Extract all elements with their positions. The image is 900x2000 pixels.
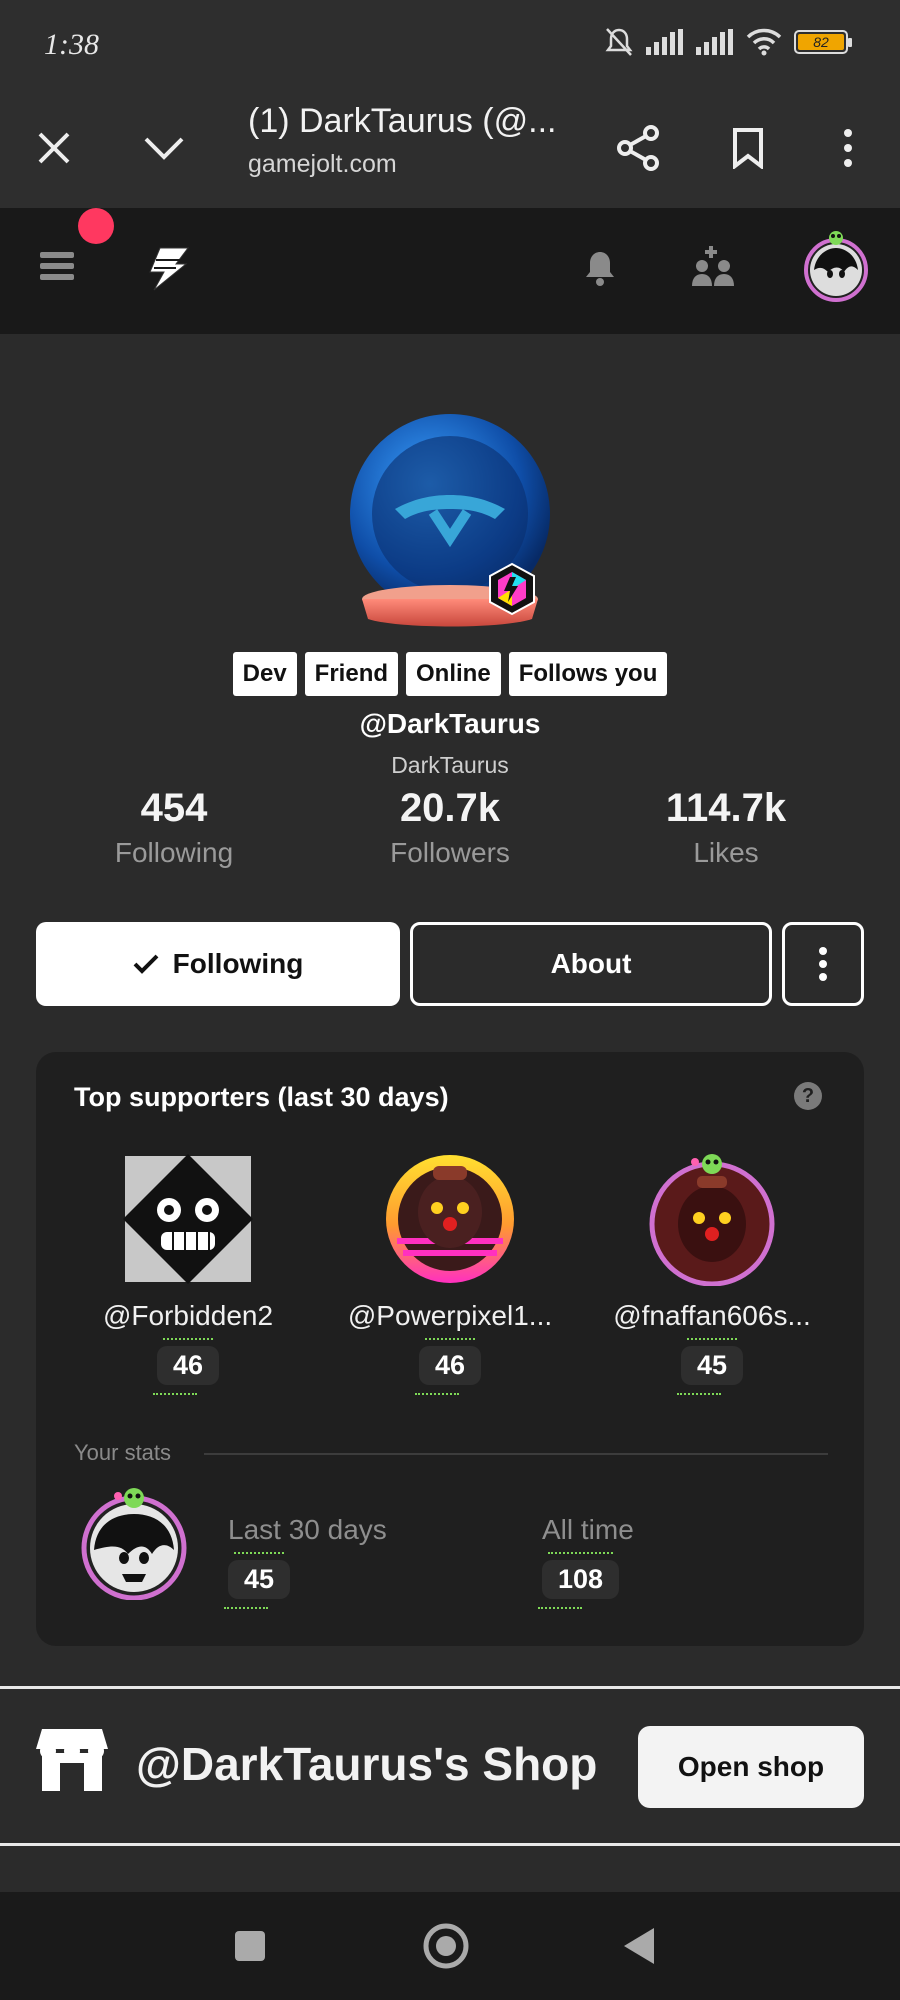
help-icon[interactable]: ? [794, 1082, 822, 1110]
status-time: 1:38 [44, 28, 99, 61]
last-30-days-value: 45 [244, 1564, 275, 1594]
supporter-count-value: 46 [434, 1350, 466, 1380]
supporter-item[interactable]: @Forbidden2 46 [68, 1152, 308, 1395]
profile-display-name: DarkTaurus [391, 752, 509, 778]
browser-toolbar: (1) DarkTaurus (@... gamejolt.com [0, 90, 900, 208]
signal-icon [646, 29, 683, 55]
supporter-name: @Powerpixel1... [347, 1300, 553, 1331]
supporter-avatar [645, 1152, 779, 1287]
supporter-name: @Forbidden2 [102, 1300, 274, 1331]
your-stats-label: Your stats [74, 1440, 172, 1465]
gamejolt-bolt-icon[interactable] [146, 246, 190, 292]
home-icon[interactable] [422, 1922, 470, 1975]
page-title: (1) DarkTaurus (@... [248, 102, 557, 140]
stat-badge: 108 [538, 1552, 620, 1609]
wifi-icon [746, 28, 782, 56]
open-shop-button[interactable]: Open shop [638, 1726, 864, 1808]
back-icon[interactable] [622, 1926, 656, 1971]
top-supporters-card: Top supporters (last 30 days) ? @Forbidd… [36, 1052, 864, 1646]
stat-followers[interactable]: 20.7k Followers [330, 786, 570, 869]
store-icon [36, 1727, 108, 1798]
page-url[interactable]: gamejolt.com [248, 150, 397, 179]
stat-label: Likes [693, 837, 759, 868]
stat-badge: 45 [224, 1552, 291, 1609]
about-button[interactable]: About [410, 922, 772, 1006]
supporter-item[interactable]: @fnaffan606s... 45 [592, 1152, 832, 1395]
tag-follows-you: Follows you [508, 652, 668, 696]
hamburger-icon[interactable] [36, 246, 78, 286]
checkmark-icon [133, 954, 159, 974]
chevron-down-icon[interactable] [134, 118, 194, 178]
following-button-label: Following [172, 948, 304, 979]
profile-more-button[interactable] [782, 922, 864, 1006]
stat-following[interactable]: 454 Following [54, 786, 294, 869]
user-avatar[interactable] [802, 230, 870, 302]
my-avatar [78, 1488, 190, 1601]
supporter-item[interactable]: @Powerpixel1... 46 [330, 1152, 570, 1395]
close-icon[interactable] [24, 118, 84, 178]
stat-value: 114.7k [665, 786, 787, 830]
tag-friend: Friend [304, 652, 399, 696]
share-icon[interactable] [608, 118, 668, 178]
shop-title: @DarkTaurus's Shop [136, 1738, 598, 1790]
profile-handle: @DarkTaurus [359, 708, 541, 739]
recents-icon[interactable] [234, 1930, 266, 1967]
battery-level: 82 [798, 34, 844, 50]
stat-likes[interactable]: 114.7k Likes [606, 786, 846, 869]
supporter-count: 45 [676, 1338, 744, 1395]
card-title: Top supporters (last 30 days) [74, 1082, 449, 1112]
more-vertical-icon[interactable] [818, 118, 878, 178]
profile-avatar [345, 414, 555, 634]
supporter-count: 46 [414, 1338, 482, 1395]
site-navbar [0, 208, 900, 334]
notification-dot [78, 208, 114, 244]
shop-section: @DarkTaurus's Shop Open shop [0, 1686, 900, 1846]
mute-icon [605, 28, 633, 56]
all-time-value: 108 [558, 1564, 604, 1594]
bell-icon[interactable] [582, 248, 618, 288]
divider [204, 1453, 828, 1455]
supporter-count-value: 45 [696, 1350, 728, 1380]
status-icons: 82 [604, 26, 852, 58]
last-30-days-stat: 45 [224, 1552, 291, 1609]
more-vertical-icon [819, 947, 827, 981]
stat-label: Followers [390, 837, 510, 868]
supporter-count-value: 46 [172, 1350, 204, 1380]
supporter-avatar [383, 1152, 517, 1286]
bookmark-icon[interactable] [718, 118, 778, 178]
signal-icon [696, 29, 733, 55]
status-bar: 1:38 82 [0, 0, 900, 90]
tag-online: Online [406, 652, 501, 696]
battery-icon: 82 [794, 30, 852, 54]
android-navbar [0, 1892, 900, 2000]
last-30-days-label: Last 30 days [228, 1514, 387, 1545]
add-friend-icon[interactable] [692, 246, 736, 288]
following-button[interactable]: Following [36, 922, 400, 1006]
profile-tags: Dev Friend Online Follows you [0, 652, 900, 696]
stat-value: 454 [140, 786, 208, 830]
all-time-stat: 108 [538, 1552, 620, 1609]
supporter-name: @fnaffan606s... [613, 1300, 811, 1331]
supporter-count: 46 [152, 1338, 220, 1395]
all-time-label: All time [542, 1514, 634, 1545]
stat-label: Following [114, 837, 234, 868]
stat-value: 20.7k [399, 786, 501, 830]
tag-dev: Dev [232, 652, 297, 696]
supporter-avatar [121, 1152, 255, 1286]
